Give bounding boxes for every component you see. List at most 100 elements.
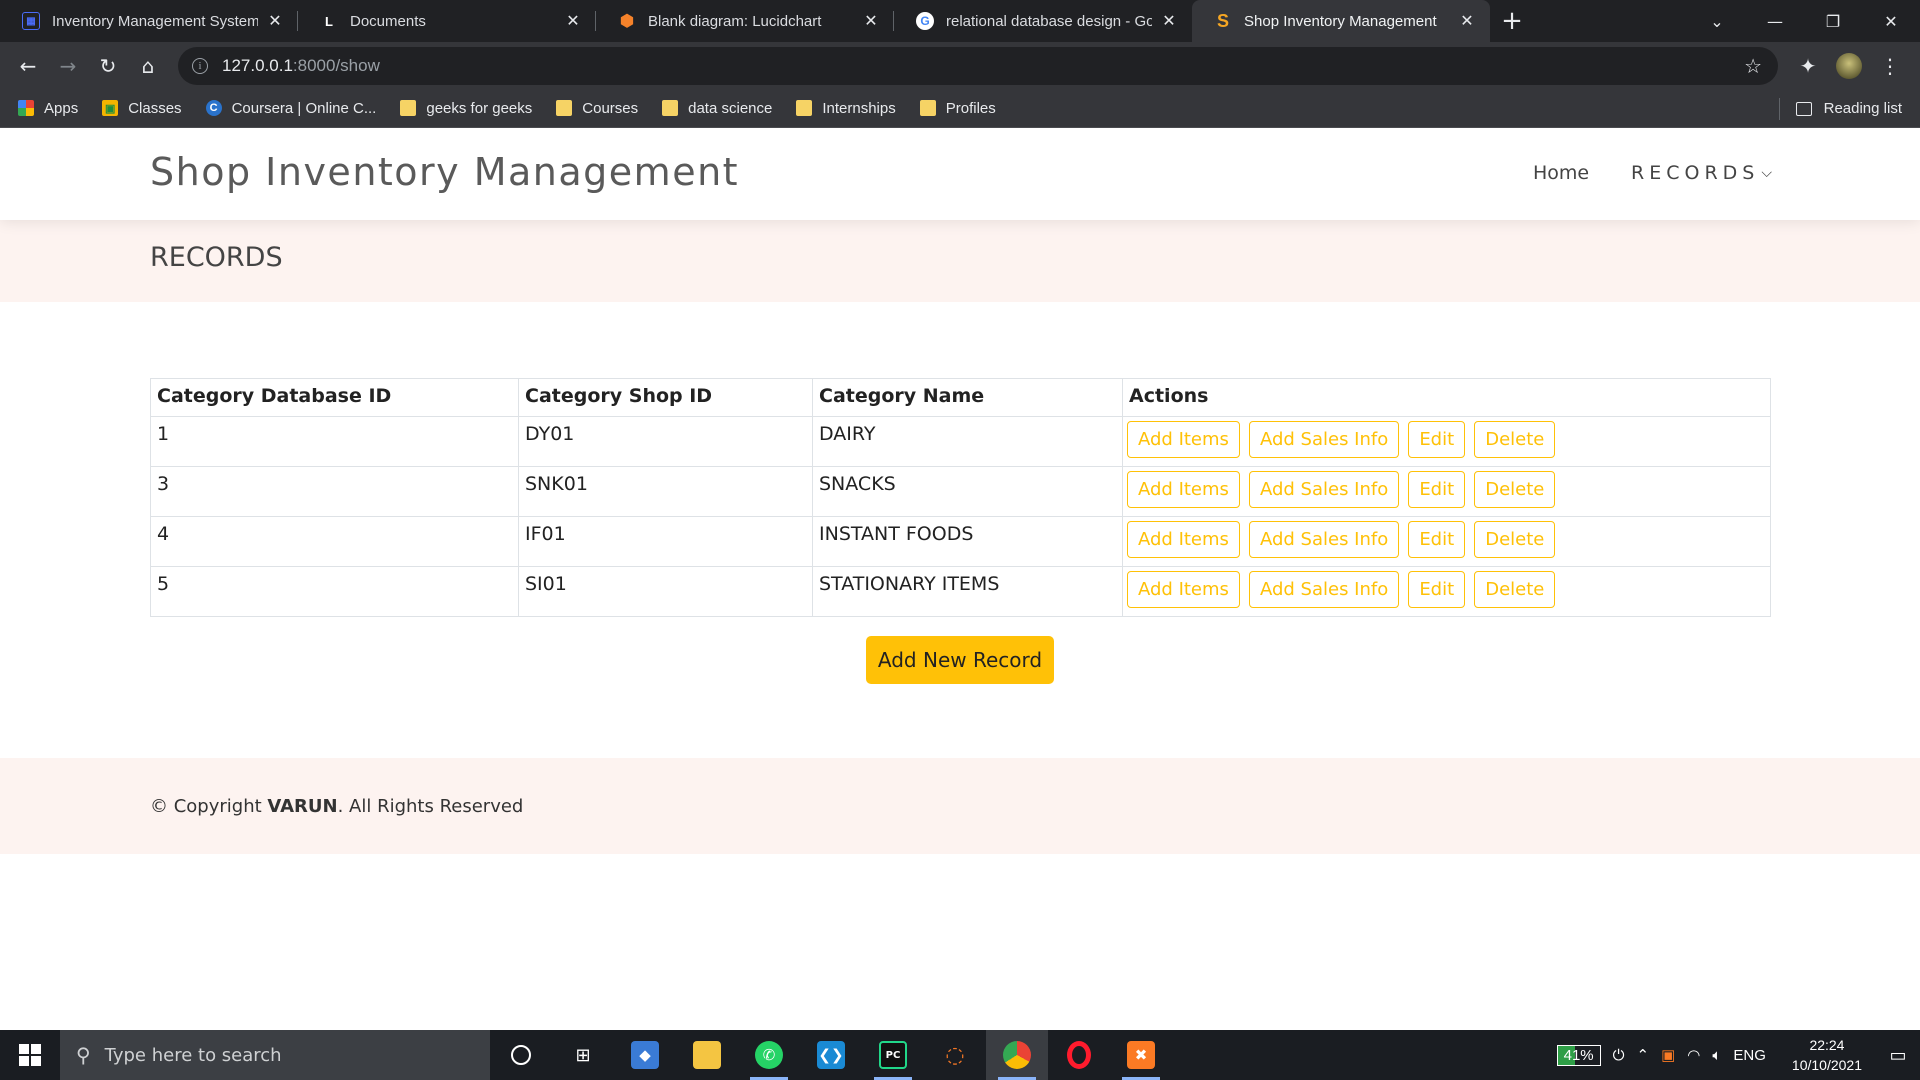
browser-tab[interactable]: L Documents ✕ [298, 0, 596, 42]
add-items-button[interactable]: Add Items [1127, 521, 1240, 558]
table-row: 3 SNK01 SNACKS Add Items Add Sales Info … [150, 466, 1771, 517]
extensions-icon[interactable]: ✦ [1788, 46, 1828, 86]
chrome-icon[interactable] [986, 1030, 1048, 1080]
restore-icon[interactable]: ❐ [1804, 0, 1862, 42]
delete-button[interactable]: Delete [1474, 571, 1556, 608]
wifi-icon[interactable]: ◠ [1687, 1046, 1700, 1064]
document-icon: L [325, 13, 333, 29]
forward-icon[interactable]: → [48, 46, 88, 86]
profile-avatar[interactable] [1836, 53, 1862, 79]
close-tab-icon[interactable]: ✕ [1160, 12, 1178, 30]
apps-grid-icon [18, 100, 34, 116]
new-tab-button[interactable]: + [1492, 0, 1532, 42]
xampp-icon[interactable]: ✖ [1110, 1030, 1172, 1080]
minimize-icon[interactable]: — [1746, 0, 1804, 42]
cell-db-id: 5 [150, 566, 519, 617]
site-title[interactable]: Shop Inventory Management [150, 150, 739, 194]
edit-button[interactable]: Edit [1408, 571, 1466, 608]
tab-title: Shop Inventory Management [1244, 12, 1437, 30]
bookmark-star-icon[interactable]: ☆ [1744, 54, 1762, 78]
edit-button[interactable]: Edit [1408, 521, 1466, 558]
edit-button[interactable]: Edit [1408, 471, 1466, 508]
add-sales-info-button[interactable]: Add Sales Info [1248, 571, 1400, 608]
close-tab-icon[interactable]: ✕ [266, 12, 284, 30]
table-row: 5 SI01 STATIONARY ITEMS Add Items Add Sa… [150, 566, 1771, 617]
home-icon[interactable]: ⌂ [128, 46, 168, 86]
browser-tab-active[interactable]: S Shop Inventory Management ✕ [1192, 0, 1490, 42]
edit-button[interactable]: Edit [1408, 421, 1466, 458]
tab-search-icon[interactable]: ⌄ [1688, 0, 1746, 42]
cell-name: SNACKS [812, 466, 1123, 517]
browser-tab[interactable]: ▦ Inventory Management System P ✕ [0, 0, 298, 42]
taskbar-search[interactable]: ⚲ Type here to search [60, 1030, 490, 1080]
copyright-owner: VARUN [267, 796, 338, 817]
cell-db-id: 4 [150, 516, 519, 567]
site-info-icon[interactable]: i [192, 58, 208, 74]
add-items-button[interactable]: Add Items [1127, 421, 1240, 458]
bookmark-apps[interactable]: Apps [18, 100, 78, 117]
site-footer: © Copyright VARUN. All Rights Reserved [0, 758, 1920, 854]
add-sales-info-button[interactable]: Add Sales Info [1248, 521, 1400, 558]
close-tab-icon[interactable]: ✕ [1458, 12, 1476, 30]
vscode-icon[interactable]: ❮❯ [800, 1030, 862, 1080]
bookmark-label: Internships [822, 99, 896, 117]
add-sales-info-button[interactable]: Add Sales Info [1248, 471, 1400, 508]
nav-records-dropdown[interactable]: RECORDS ⌵ [1631, 162, 1772, 184]
opera-icon[interactable] [1048, 1030, 1110, 1080]
bookmark-folder[interactable]: Internships [796, 99, 896, 117]
section-header: RECORDS [0, 220, 1920, 302]
whatsapp-icon[interactable]: ✆ [738, 1030, 800, 1080]
cell-shop-id: IF01 [518, 516, 813, 567]
back-icon[interactable]: ← [8, 46, 48, 86]
cortana-icon[interactable] [490, 1030, 552, 1080]
bookmark-folder[interactable]: geeks for geeks [400, 100, 532, 117]
task-view-icon[interactable]: ⊞ [552, 1030, 614, 1080]
volume-icon[interactable]: 🔈︎ [1712, 1047, 1721, 1064]
battery-indicator[interactable]: 41% [1556, 1044, 1601, 1066]
pycharm-icon[interactable]: PC [862, 1030, 924, 1080]
add-new-record-button[interactable]: Add New Record [866, 636, 1054, 684]
web-page: Shop Inventory Management Home RECORDS ⌵… [0, 128, 1920, 1030]
store-icon[interactable]: ◆ [614, 1030, 676, 1080]
bookmark-folder[interactable]: Profiles [919, 100, 996, 117]
show-hidden-icons[interactable]: ⌃ [1637, 1046, 1650, 1064]
cell-actions: Add Items Add Sales Info Edit Delete [1122, 466, 1771, 517]
column-header: Category Shop ID [518, 378, 813, 417]
clock[interactable]: 22:24 10/10/2021 [1792, 1035, 1862, 1075]
cell-shop-id: SI01 [518, 566, 813, 617]
bookmark-classes[interactable]: ▣ Classes [102, 100, 182, 117]
tab-title: Inventory Management System P [52, 12, 258, 30]
delete-button[interactable]: Delete [1474, 471, 1556, 508]
nav-home-link[interactable]: Home [1533, 162, 1589, 184]
address-bar[interactable]: i 127.0.0.1 :8000/show ☆ [178, 47, 1778, 85]
reading-list-button[interactable]: Reading list [1778, 89, 1902, 128]
close-tab-icon[interactable]: ✕ [862, 12, 880, 30]
bookmark-coursera[interactable]: C Coursera | Online C... [205, 100, 376, 117]
language-indicator[interactable]: ENG [1733, 1047, 1766, 1064]
add-sales-info-button[interactable]: Add Sales Info [1248, 421, 1400, 458]
browser-tab[interactable]: G relational database design - Goo ✕ [894, 0, 1192, 42]
column-header: Actions [1122, 378, 1771, 417]
reload-icon[interactable]: ↻ [88, 46, 128, 86]
classroom-icon: ▣ [102, 100, 119, 116]
xampp-tray-icon[interactable]: ▣ [1661, 1046, 1675, 1064]
close-tab-icon[interactable]: ✕ [564, 12, 582, 30]
clock-date: 10/10/2021 [1791, 1057, 1862, 1073]
reading-list-label: Reading list [1823, 100, 1902, 117]
bookmark-folder[interactable]: data science [662, 100, 772, 117]
jupyter-icon[interactable]: ◌ [924, 1030, 986, 1080]
delete-button[interactable]: Delete [1474, 521, 1556, 558]
bookmark-folder[interactable]: Courses [556, 100, 638, 117]
menu-kebab-icon[interactable]: ⋮ [1870, 46, 1910, 86]
browser-tab[interactable]: ⬢ Blank diagram: Lucidchart ✕ [596, 0, 894, 42]
windows-logo-icon [19, 1044, 41, 1066]
start-button[interactable] [0, 1030, 60, 1080]
delete-button[interactable]: Delete [1474, 421, 1556, 458]
project-icon: ▦ [22, 12, 40, 30]
windows-taskbar: ⚲ Type here to search ⊞ ◆ ✆ ❮❯ PC ◌ ✖ 41… [0, 1030, 1920, 1080]
file-explorer-icon[interactable] [676, 1030, 738, 1080]
add-items-button[interactable]: Add Items [1127, 571, 1240, 608]
notifications-icon[interactable]: ▭ [1876, 1030, 1920, 1080]
close-window-icon[interactable]: ✕ [1862, 0, 1920, 42]
add-items-button[interactable]: Add Items [1127, 471, 1240, 508]
